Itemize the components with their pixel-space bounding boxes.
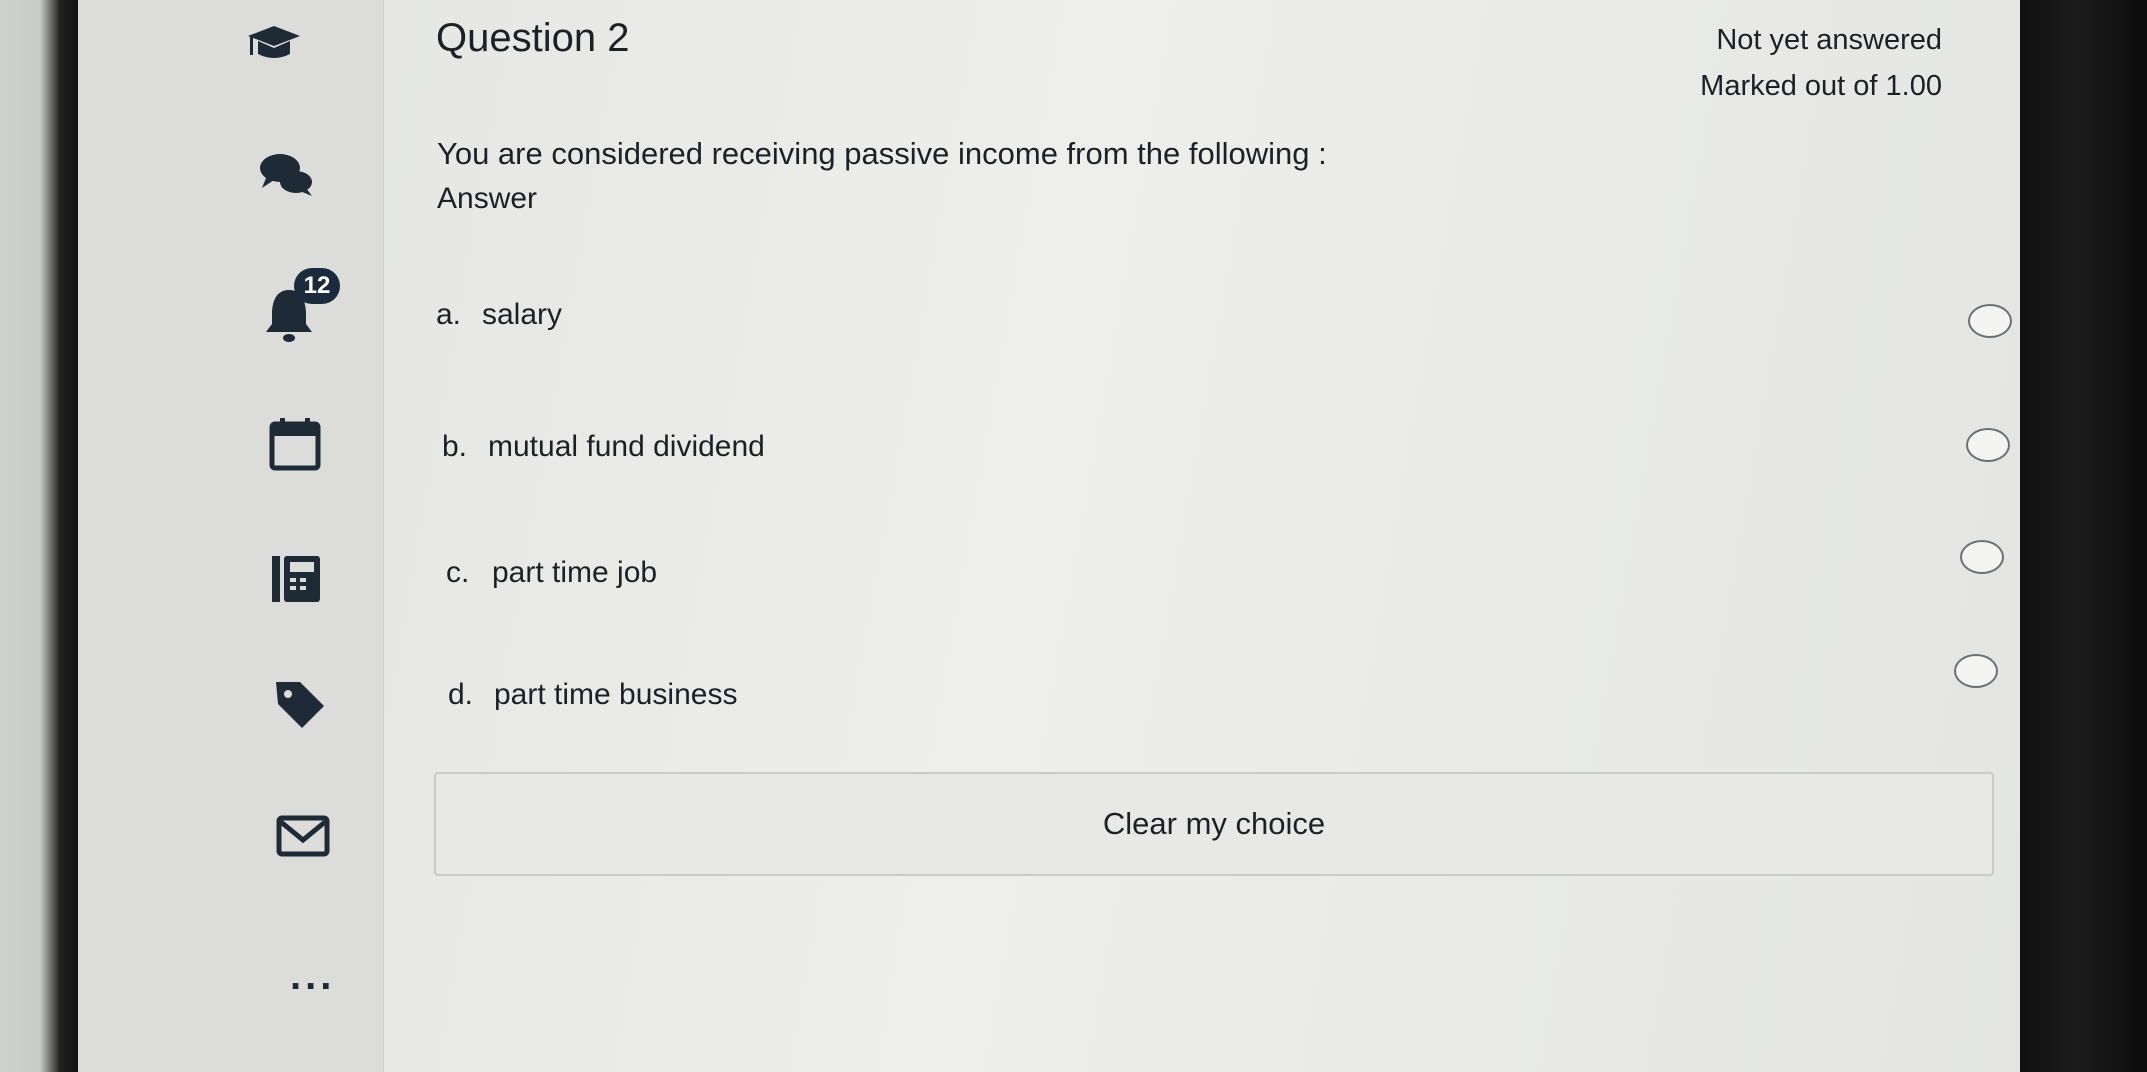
answer-option-d[interactable]: d. part time business xyxy=(448,670,1948,730)
question-marks: Marked out of 1.00 xyxy=(1700,70,1942,102)
mail-icon[interactable] xyxy=(276,814,330,858)
answer-label: Answer xyxy=(437,182,538,215)
question-status: Not yet answered xyxy=(1716,24,1942,56)
tag-icon[interactable] xyxy=(272,676,328,732)
radio-option-b[interactable] xyxy=(1966,428,2010,462)
option-letter: a. xyxy=(436,298,462,331)
option-text: salary xyxy=(482,298,563,331)
question-title: Question 2 xyxy=(436,16,630,60)
screen: 12 ... Question 2 Not yet answered Marke… xyxy=(78,0,2020,1072)
answer-option-a[interactable]: a. salary xyxy=(436,290,1936,350)
answer-option-c[interactable]: c. part time job xyxy=(446,548,1946,608)
sidebar: 12 ... xyxy=(78,0,384,1072)
question-text: You are considered receiving passive inc… xyxy=(437,136,1327,171)
option-letter: b. xyxy=(442,430,468,463)
more-icon[interactable]: ... xyxy=(290,954,335,999)
radio-option-a[interactable] xyxy=(1968,304,2012,338)
device-bezel-left xyxy=(0,0,80,1072)
calendar-icon[interactable] xyxy=(268,416,322,472)
notification-count-badge: 12 xyxy=(294,268,340,304)
option-letter: c. xyxy=(446,556,470,589)
graduation-cap-icon[interactable] xyxy=(246,22,302,66)
clear-choice-button[interactable]: Clear my choice xyxy=(434,772,1994,876)
chat-icon[interactable] xyxy=(258,150,314,200)
question-panel: Question 2 Not yet answered Marked out o… xyxy=(384,0,2020,1072)
option-letter: d. xyxy=(448,678,474,711)
gradebook-icon[interactable] xyxy=(268,552,324,606)
option-text: mutual fund dividend xyxy=(488,430,765,463)
device-bezel-right xyxy=(2017,0,2147,1072)
answer-option-b[interactable]: b. mutual fund dividend xyxy=(442,422,1942,482)
radio-option-c[interactable] xyxy=(1960,540,2004,574)
radio-option-d[interactable] xyxy=(1954,654,1998,688)
option-text: part time business xyxy=(494,678,738,711)
option-text: part time job xyxy=(492,556,658,589)
